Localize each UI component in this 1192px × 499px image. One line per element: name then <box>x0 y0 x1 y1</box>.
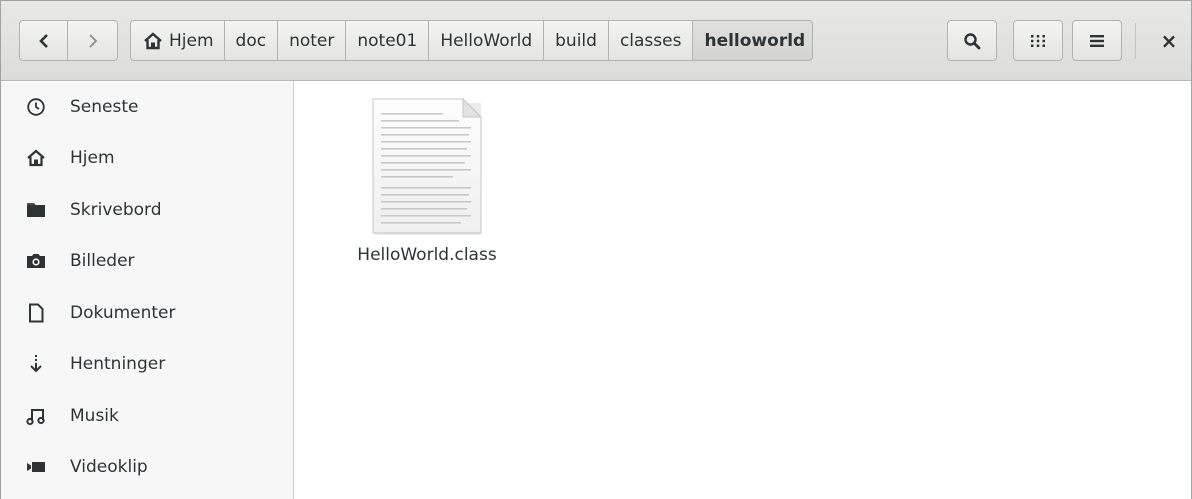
sidebar-item-label: Billeder <box>70 251 135 272</box>
path-crumb-doc[interactable]: doc <box>224 20 279 61</box>
search-icon <box>963 32 981 50</box>
path-crumb-build[interactable]: build <box>544 20 609 61</box>
file-name: HelloWorld.class <box>357 245 497 265</box>
sidebar-item-label: Videoklip <box>70 457 148 478</box>
sidebar-item-desktop[interactable]: Skrivebord <box>1 184 293 236</box>
sidebar-item-label: Dokumenter <box>70 302 176 323</box>
path-crumb-label: noter <box>289 30 335 51</box>
path-crumb-noter[interactable]: noter <box>278 20 347 61</box>
menu-icon <box>1089 34 1105 48</box>
path-crumb-label: Hjem <box>169 30 214 51</box>
document-icon <box>25 302 47 324</box>
text-file-icon <box>371 97 483 237</box>
chevron-left-icon <box>37 33 51 49</box>
path-crumb-classes[interactable]: classes <box>608 20 694 61</box>
forward-button[interactable] <box>68 20 118 61</box>
grid-view-icon <box>1030 34 1046 48</box>
search-button[interactable] <box>947 20 997 61</box>
sidebar: Seneste Hjem Skrivebord Billeder Dokumen… <box>1 81 294 499</box>
sidebar-item-label: Skrivebord <box>70 199 162 220</box>
clock-icon <box>25 96 47 118</box>
path-crumb-label: doc <box>235 30 267 51</box>
path-crumb-label: helloworld <box>704 30 806 51</box>
header-separator <box>1135 23 1136 59</box>
path-crumb-label: note01 <box>357 30 418 51</box>
sidebar-item-recent[interactable]: Seneste <box>1 81 293 133</box>
path-crumb-note01[interactable]: note01 <box>346 20 430 61</box>
sidebar-item-documents[interactable]: Dokumenter <box>1 287 293 339</box>
path-bar: Hjem doc noter note01 HelloWorld build c… <box>130 20 814 61</box>
path-crumb-current[interactable]: helloworld <box>693 20 814 61</box>
music-icon <box>25 405 47 427</box>
file-item[interactable]: HelloWorld.class <box>332 97 522 265</box>
camera-icon <box>25 250 47 272</box>
folder-icon <box>25 199 47 221</box>
close-icon: × <box>1160 28 1178 53</box>
sidebar-item-label: Hjem <box>70 148 115 169</box>
path-crumb-home[interactable]: Hjem <box>130 20 225 61</box>
header-bar: Hjem doc noter note01 HelloWorld build c… <box>1 1 1191 81</box>
download-icon <box>25 353 47 375</box>
sidebar-item-label: Musik <box>70 405 119 426</box>
home-icon <box>25 147 47 169</box>
sidebar-item-label: Seneste <box>70 96 139 117</box>
path-crumb-label: classes <box>619 30 682 51</box>
path-crumb-label: HelloWorld <box>440 30 533 51</box>
sidebar-item-music[interactable]: Musik <box>1 390 293 442</box>
back-button[interactable] <box>19 20 68 61</box>
view-mode-button[interactable] <box>1013 20 1063 61</box>
sidebar-item-home[interactable]: Hjem <box>1 133 293 185</box>
file-view: HelloWorld.class <box>294 81 1191 499</box>
sidebar-item-pictures[interactable]: Billeder <box>1 236 293 288</box>
path-crumb-helloworld-project[interactable]: HelloWorld <box>429 20 545 61</box>
file-manager-window: Hjem doc noter note01 HelloWorld build c… <box>0 0 1192 499</box>
sidebar-item-downloads[interactable]: Hentninger <box>1 339 293 391</box>
close-button[interactable]: × <box>1151 20 1187 61</box>
home-icon <box>143 31 163 50</box>
sidebar-item-videos[interactable]: Videoklip <box>1 442 293 494</box>
path-crumb-label: build <box>555 30 597 51</box>
video-icon <box>25 456 47 478</box>
menu-button[interactable] <box>1072 20 1122 61</box>
chevron-right-icon <box>86 33 100 49</box>
sidebar-item-label: Hentninger <box>70 354 166 375</box>
